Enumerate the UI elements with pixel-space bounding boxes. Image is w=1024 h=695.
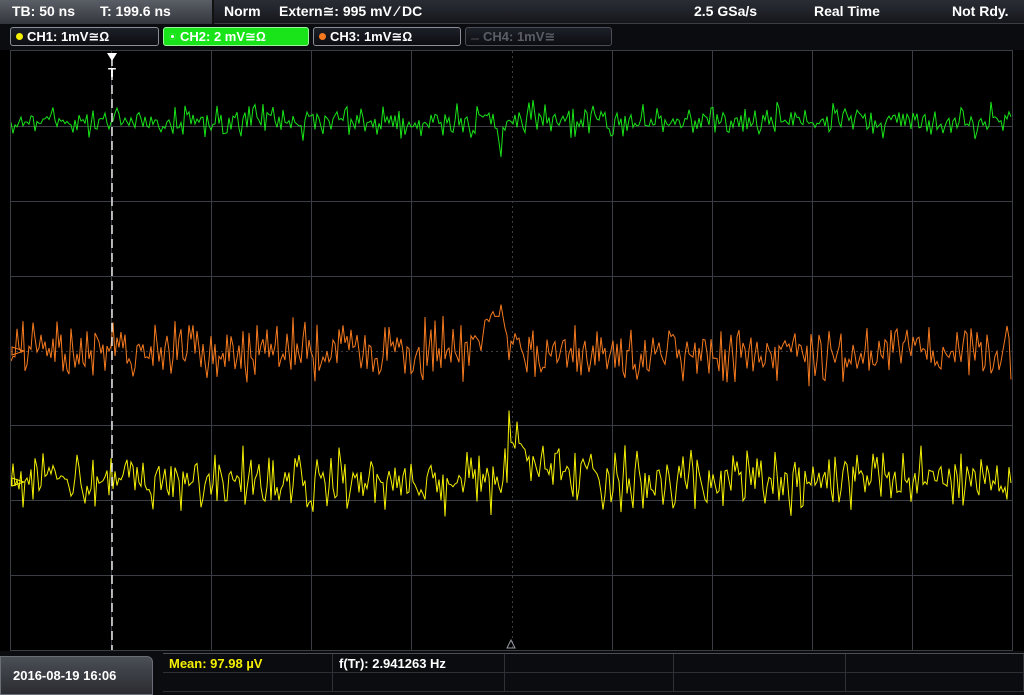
time-mode-label[interactable]: Real Time <box>814 3 880 20</box>
trigger-frequency-measurement[interactable]: f(Tr): 2.941263 Hz <box>339 655 446 672</box>
channel-2-indicator-icon <box>169 33 176 40</box>
trigger-source-label[interactable]: Extern≅: 995 mV ∕ DC <box>279 3 422 20</box>
measurement-cell[interactable] <box>505 673 674 692</box>
waveform-display[interactable]: T <box>10 50 1013 651</box>
channel-1-button[interactable]: CH1: 1mV≅Ω <box>10 27 159 46</box>
trigger-position-icon[interactable] <box>107 53 117 61</box>
channel-4-label: CH4: 1mV≅ <box>483 29 556 44</box>
channel-2-button[interactable]: CH2: 2 mV≅Ω <box>163 27 309 46</box>
channel-2-trace <box>11 100 1012 157</box>
trigger-marker-label: T <box>108 65 116 80</box>
channel-3-button[interactable]: CH3: 1mV≅Ω <box>313 27 461 46</box>
channel-1-label: CH1: 1mV≅Ω <box>27 29 110 44</box>
measurement-table: Mean: 97.98 µV f(Tr): 2.941263 Hz <box>163 653 1024 695</box>
measurement-row <box>163 673 1024 692</box>
status-label: Not Rdy. <box>952 3 1009 19</box>
waveform-canvas: T <box>11 51 1012 650</box>
measurement-cell[interactable] <box>846 673 1024 692</box>
datetime-box: 2016-08-19 16:06 <box>0 656 153 695</box>
waveform-traces <box>11 100 1012 517</box>
channel-4-indicator-icon <box>471 38 479 40</box>
reference-position-icon <box>506 638 516 649</box>
measurement-bar: 2016-08-19 16:06 Mean: 97.98 µV f(Tr): 2… <box>0 651 1024 695</box>
acquire-mode-label[interactable]: Norm <box>224 3 261 20</box>
channel-4-button[interactable]: CH4: 1mV≅ <box>465 27 612 46</box>
measurement-cell[interactable] <box>674 673 846 692</box>
measurement-cell[interactable] <box>163 673 333 692</box>
measurement-cell[interactable] <box>333 673 505 692</box>
channel-1-indicator-icon <box>16 33 23 40</box>
mean-measurement[interactable]: Mean: 97.98 µV <box>169 655 262 672</box>
status-bar: TB: 50 ns T: 199.6 ns Norm Extern≅: 995 … <box>0 0 1024 24</box>
measurement-cell[interactable] <box>505 654 674 673</box>
sample-rate-label[interactable]: 2.5 GSa/s <box>694 3 757 20</box>
channel-3-label: CH3: 1mV≅Ω <box>330 29 413 44</box>
timebase-box[interactable]: TB: 50 ns T: 199.6 ns <box>0 0 214 24</box>
channel-3-indicator-icon <box>319 33 326 40</box>
channel-bar: CH1: 1mV≅Ω CH2: 2 mV≅Ω CH3: 1mV≅Ω CH4: 1… <box>0 24 1024 50</box>
measurement-cell[interactable] <box>674 654 846 673</box>
channel-3-trace <box>11 304 1012 387</box>
trigger-time-label[interactable]: T: 199.6 ns <box>100 3 171 20</box>
timebase-label[interactable]: TB: 50 ns <box>12 3 75 20</box>
measurement-row: Mean: 97.98 µV f(Tr): 2.941263 Hz <box>163 654 1024 673</box>
measurement-cell[interactable] <box>846 654 1024 673</box>
channel-2-label: CH2: 2 mV≅Ω <box>180 29 266 44</box>
